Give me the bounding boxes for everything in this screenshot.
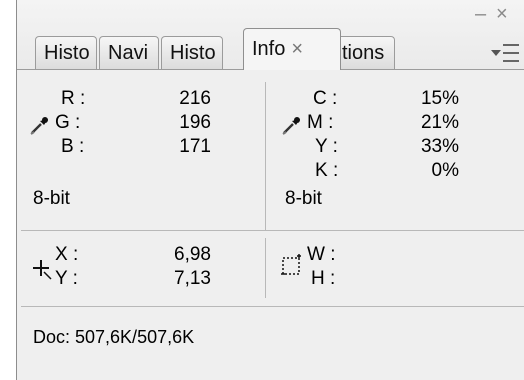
c-value: 15% xyxy=(420,88,459,109)
eyedropper-icon xyxy=(30,117,48,135)
column-divider-top xyxy=(265,82,266,230)
crosshair-icon xyxy=(33,260,52,280)
rgb-bit-depth: 8-bit xyxy=(33,188,70,209)
tab-label: Navi xyxy=(108,42,149,64)
tab-label: Info xyxy=(252,38,286,60)
info-panel: – × Histo Navi Histo Info × tions R : 216 xyxy=(16,0,524,380)
w-label: W : xyxy=(307,244,336,265)
minimize-button[interactable]: – xyxy=(475,4,486,24)
x-value: 6,98 xyxy=(174,244,211,265)
selection-size-icon xyxy=(281,254,301,275)
tab-navigator[interactable]: Navi xyxy=(99,36,159,69)
r-value: 216 xyxy=(179,88,211,109)
g-label: G : xyxy=(55,112,81,133)
tab-label: Histo xyxy=(44,42,90,64)
close-button[interactable]: × xyxy=(496,4,508,24)
y-value: 33% xyxy=(420,136,459,157)
k-label: K : xyxy=(315,160,339,181)
eyedropper-icon xyxy=(282,117,300,135)
h-label: H : xyxy=(311,268,336,289)
b-value: 171 xyxy=(179,136,211,157)
m-value: 21% xyxy=(420,112,459,133)
y-coord-value: 7,13 xyxy=(174,268,211,289)
y-label: Y : xyxy=(315,136,338,157)
doc-size: Doc: 507,6K/507,6K xyxy=(33,327,195,347)
tab-close-icon[interactable]: × xyxy=(291,38,303,60)
x-label: X : xyxy=(55,244,79,265)
r-label: R : xyxy=(61,88,86,109)
tab-label: Histo xyxy=(170,42,216,64)
g-value: 196 xyxy=(179,112,211,133)
m-label: M : xyxy=(307,112,334,133)
k-value: 0% xyxy=(431,160,459,181)
row-divider-2 xyxy=(21,306,524,307)
y-coord-label: Y : xyxy=(55,268,78,289)
tab-histogram-2[interactable]: Histo xyxy=(161,36,223,69)
tab-info[interactable]: Info × xyxy=(243,28,341,70)
tab-label: tions xyxy=(342,42,385,64)
info-content: R : 216 G : 196 B : 171 8-bit C : 15% M … xyxy=(17,70,524,380)
panel-menu-icon[interactable] xyxy=(485,44,519,68)
c-label: C : xyxy=(313,88,338,109)
row-divider-1 xyxy=(21,230,524,231)
b-label: B : xyxy=(61,136,85,157)
column-divider-bottom xyxy=(265,238,266,298)
tab-histogram-1[interactable]: Histo xyxy=(35,36,97,69)
tab-actions[interactable]: tions xyxy=(335,36,395,69)
cmyk-bit-depth: 8-bit xyxy=(285,188,322,209)
